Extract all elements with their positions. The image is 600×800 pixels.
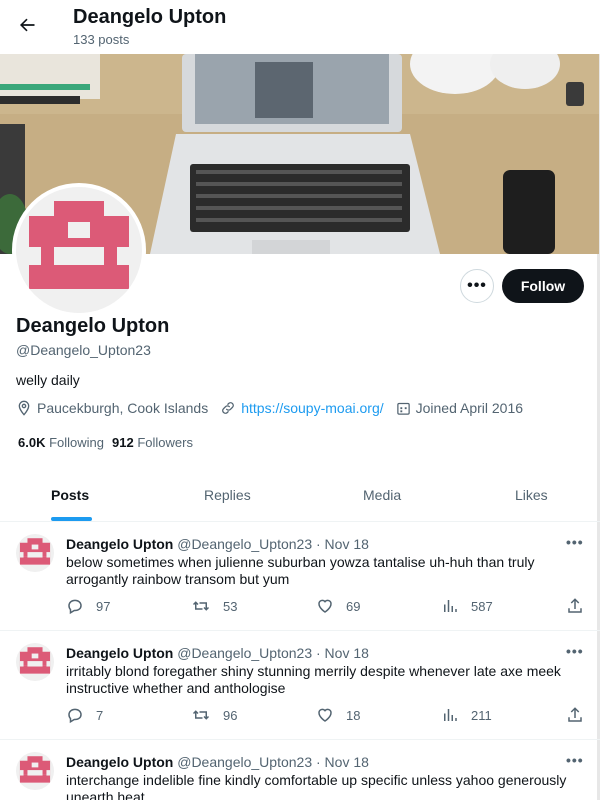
views-button[interactable]: 587 [441, 597, 493, 615]
location-icon [18, 400, 30, 416]
retweet-button[interactable]: 53 [191, 597, 237, 615]
tweet-text: irritably blond foregather shiny stunnin… [66, 663, 561, 696]
following-stat[interactable]: 6.0K Following [18, 435, 104, 450]
share-button[interactable] [566, 706, 596, 724]
reply-icon [68, 599, 82, 615]
like-count: 18 [346, 707, 361, 723]
follow-button[interactable]: Follow [502, 269, 584, 303]
tweet-actions: 97 53 69 587 [66, 597, 586, 617]
tweet-avatar[interactable] [16, 534, 54, 572]
tweet-actions: 7 96 18 211 [66, 706, 586, 726]
tweet-header: Deangelo Upton @Deangelo_Upton23 · Nov 1… [66, 536, 369, 552]
reply-button[interactable]: 7 [66, 706, 103, 724]
location-text: Paucekburgh, Cook Islands [37, 400, 209, 416]
following-count: 6.0K [18, 435, 46, 450]
active-tab-indicator [51, 517, 92, 521]
tweet-text: below sometimes when julienne suburban y… [66, 554, 535, 587]
profile-tabs: Posts Replies Media Likes [0, 476, 600, 522]
tweet-more-button[interactable]: ••• [566, 643, 584, 659]
retweet-count: 53 [223, 598, 238, 614]
tweet[interactable]: Deangelo Upton @Deangelo_Upton23 · Nov 1… [0, 522, 600, 631]
top-bar: Deangelo Upton 133 posts [0, 0, 600, 54]
website-item[interactable]: https://soupy-moai.org/ [220, 400, 384, 416]
share-icon [568, 598, 582, 613]
identicon [29, 201, 129, 313]
identicon [19, 538, 51, 572]
analytics-icon [444, 600, 457, 612]
back-button[interactable] [12, 10, 42, 40]
like-button[interactable]: 69 [316, 597, 360, 615]
tweet-author-name[interactable]: Deangelo Upton [66, 536, 173, 552]
tweet-handle-date: @Deangelo_Upton23 · Nov 18 [177, 645, 369, 661]
tab-media[interactable]: Media [363, 487, 401, 503]
link-icon [222, 402, 235, 414]
heart-icon [318, 708, 332, 722]
views-button[interactable]: 211 [441, 706, 492, 724]
tweet-author-name[interactable]: Deangelo Upton [66, 645, 173, 661]
tweet-header: Deangelo Upton @Deangelo_Upton23 · Nov 1… [66, 754, 369, 770]
followers-stat[interactable]: 912 Followers [112, 435, 193, 450]
tweet-handle-date: @Deangelo_Upton23 · Nov 18 [177, 754, 369, 770]
avatar-image [16, 187, 142, 313]
profile-name: Deangelo Upton [16, 315, 170, 337]
reply-count: 97 [96, 598, 111, 614]
profile-bio: welly daily [16, 372, 80, 388]
followers-label: Followers [137, 435, 193, 450]
tab-posts[interactable]: Posts [51, 487, 89, 503]
more-options-button[interactable]: ••• [460, 269, 494, 303]
tweet-more-button[interactable]: ••• [566, 752, 584, 768]
location-item: Paucekburgh, Cook Islands [16, 400, 208, 416]
profile-avatar[interactable] [12, 183, 146, 317]
tweet-handle-date: @Deangelo_Upton23 · Nov 18 [177, 536, 369, 552]
heart-icon [318, 599, 332, 613]
reply-count: 7 [96, 707, 104, 723]
tweet-avatar[interactable] [16, 643, 54, 681]
joined-text: Joined April 2016 [415, 400, 524, 416]
tweet[interactable]: Deangelo Upton @Deangelo_Upton23 · Nov 1… [0, 740, 600, 800]
retweet-button[interactable]: 96 [191, 706, 237, 724]
retweet-count: 96 [223, 707, 238, 723]
profile-meta: Paucekburgh, Cook Islands https://soupy-… [16, 400, 535, 416]
following-label: Following [49, 435, 105, 450]
retweet-icon [192, 710, 210, 720]
calendar-icon [396, 402, 410, 415]
tab-likes[interactable]: Likes [515, 487, 548, 503]
header-post-count: 133 posts [73, 32, 130, 47]
identicon [19, 756, 51, 790]
tweet-author-name[interactable]: Deangelo Upton [66, 754, 173, 770]
website-link[interactable]: https://soupy-moai.org/ [241, 400, 383, 416]
followers-count: 912 [112, 435, 134, 450]
analytics-icon [444, 709, 457, 721]
profile-handle: @Deangelo_Upton23 [16, 342, 151, 358]
reply-icon [68, 708, 82, 724]
tweet-text: interchange indelible fine kindly comfor… [66, 772, 567, 800]
profile-stats: 6.0K Following 912 Followers [18, 435, 201, 450]
identicon [19, 647, 51, 681]
views-count: 587 [471, 598, 493, 614]
joined-item: Joined April 2016 [396, 400, 523, 416]
like-count: 69 [346, 598, 361, 614]
reply-button[interactable]: 97 [66, 597, 110, 615]
header-name: Deangelo Upton [73, 6, 227, 28]
views-count: 211 [471, 707, 492, 723]
arrow-left-icon [20, 18, 35, 32]
like-button[interactable]: 18 [316, 706, 360, 724]
tweet-more-button[interactable]: ••• [566, 534, 584, 550]
share-button[interactable] [566, 597, 596, 615]
share-icon [568, 707, 582, 722]
retweet-icon [192, 601, 210, 611]
tweet-header: Deangelo Upton @Deangelo_Upton23 · Nov 1… [66, 645, 369, 661]
tweet-avatar[interactable] [16, 752, 54, 790]
tab-replies[interactable]: Replies [204, 487, 251, 503]
tweet[interactable]: Deangelo Upton @Deangelo_Upton23 · Nov 1… [0, 631, 600, 740]
